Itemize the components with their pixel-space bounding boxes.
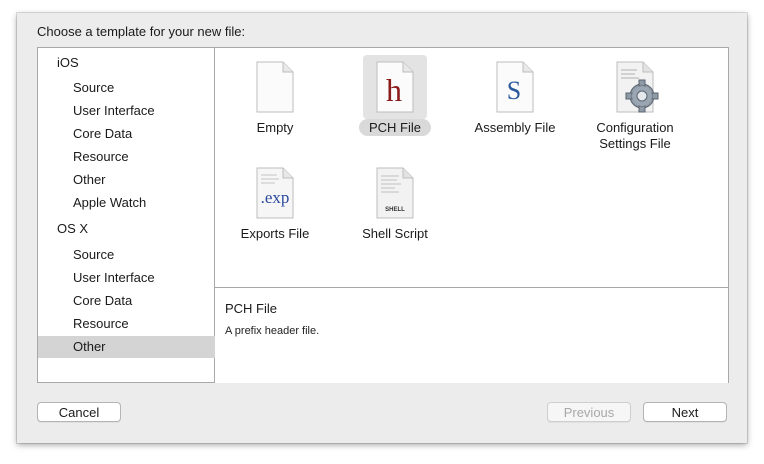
shell-script-icon: SHELL [376,167,414,219]
template-configuration-settings-file[interactable]: Configuration Settings File [575,52,695,152]
template-empty[interactable]: Empty [215,52,335,152]
template-label: Exports File [240,226,310,241]
template-label: Empty [256,120,294,135]
template-shell-script[interactable]: SHELL Shell Script [335,158,455,258]
next-button[interactable]: Next [643,402,727,422]
previous-button[interactable]: Previous [547,402,631,422]
blank-document-icon [256,61,294,113]
template-panel: iOS Source User Interface Core Data Reso… [37,47,729,383]
new-file-dialog: Choose a template for your new file: iOS… [17,13,747,443]
template-label: Assembly File [474,120,556,135]
template-assembly-file[interactable]: S Assembly File [455,52,575,152]
dialog-heading: Choose a template for your new file: [37,24,246,39]
exports-document-icon: .exp [256,167,294,219]
template-exports-file[interactable]: .exp Exports File [215,158,335,258]
template-grid: Empty h PCH File S Assembly File Configu… [215,48,728,287]
assembly-document-icon: S [496,61,534,113]
configuration-gear-icon [616,61,659,113]
description-text: A prefix header file. [225,325,320,337]
assembly-glyph: S [507,76,521,105]
header-glyph: h [386,72,402,108]
sidebar-group-osx[interactable]: OS X [38,218,233,240]
template-label: PCH File [358,119,431,136]
platform-sidebar: iOS Source User Interface Core Data Reso… [38,48,249,382]
template-label: Shell Script [362,226,428,241]
header-document-icon: h [376,61,414,113]
sidebar-group-ios[interactable]: iOS [38,52,233,74]
exports-glyph: .exp [261,188,290,207]
template-pch-file[interactable]: h PCH File [335,52,455,152]
shell-glyph: SHELL [385,207,405,213]
description-title: PCH File [225,301,278,316]
template-description: PCH File A prefix header file. [215,287,728,383]
template-label: Configuration Settings File [596,120,674,151]
cancel-button[interactable]: Cancel [37,402,121,422]
